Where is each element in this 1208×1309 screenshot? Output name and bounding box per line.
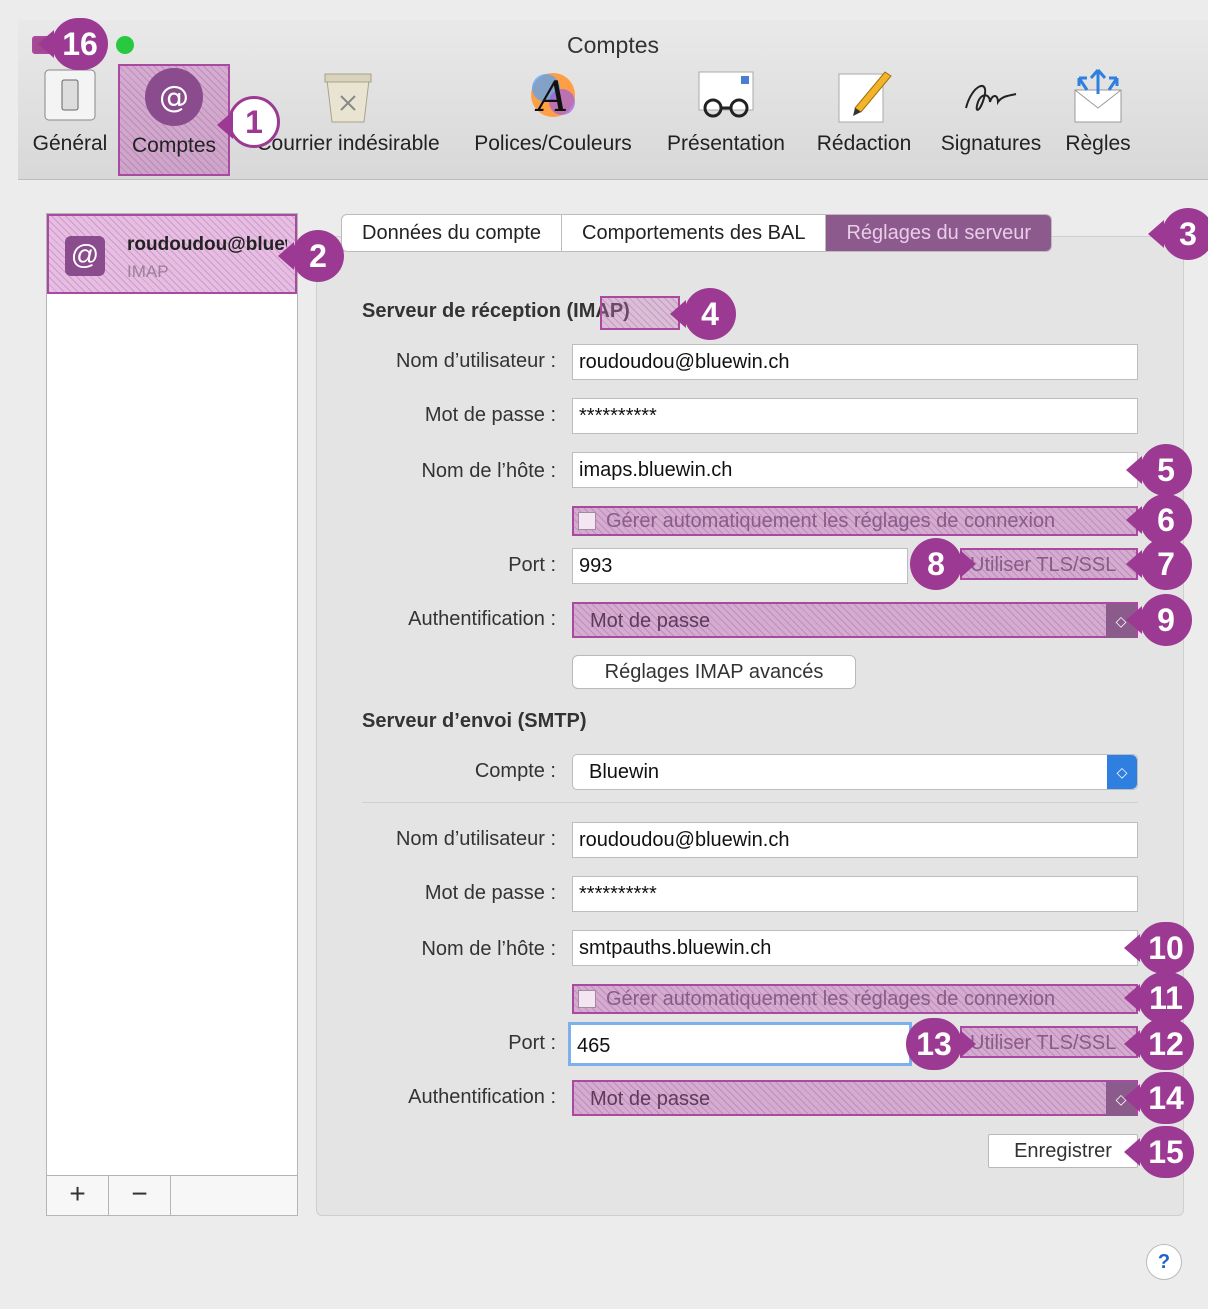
callout-badge: 11 (1124, 972, 1194, 1024)
toolbar-rules[interactable]: Règles (1054, 64, 1142, 174)
outgoing-account-label: Compte : (474, 760, 556, 782)
divider (362, 802, 1138, 803)
callout-badge: 13 (906, 1018, 976, 1070)
glasses-icon (695, 64, 757, 126)
font-color-icon: A (522, 64, 584, 126)
outgoing-host-field[interactable]: smtpauths.bluewin.ch (572, 930, 1138, 966)
outgoing-auto-manage-checkbox[interactable]: Gérer automatiquement les réglages de co… (572, 984, 1138, 1014)
help-button[interactable]: ? (1146, 1244, 1182, 1280)
svg-text:@: @ (159, 80, 189, 115)
toolbar-signatures[interactable]: Signatures (926, 64, 1056, 174)
account-list: @ roudoudou@bluewin.ch IMAP + − (46, 213, 298, 1216)
incoming-password-field[interactable]: ********** (572, 398, 1138, 434)
callout-badge: 3 (1148, 208, 1208, 260)
at-icon: @ (143, 66, 205, 128)
save-button[interactable]: Enregistrer (988, 1134, 1138, 1168)
callout-badge: 15 (1124, 1126, 1194, 1178)
callout-badge: 5 (1126, 444, 1192, 496)
toolbar-composing[interactable]: Rédaction (804, 64, 924, 174)
incoming-username-label: Nom d’utilisateur : (395, 350, 556, 372)
callout-badge: 16 (38, 18, 108, 70)
incoming-host-field[interactable]: imaps.bluewin.ch (572, 452, 1138, 488)
toolbar-general[interactable]: Général (26, 64, 114, 174)
toolbar-presentation[interactable]: Présentation (656, 64, 796, 174)
outgoing-auth-popup[interactable]: Mot de passe ◇ (572, 1080, 1138, 1116)
trash-icon (317, 64, 379, 126)
outgoing-username-label: Nom d’utilisateur : (395, 828, 556, 850)
chevron-updown-icon: ◇ (1107, 755, 1137, 789)
account-list-toolbar: + − (47, 1175, 297, 1215)
tab-account-info[interactable]: Données du compte (342, 215, 563, 251)
callout-badge: 7 (1126, 538, 1192, 590)
at-icon: @ (65, 236, 105, 276)
remove-account-button[interactable]: − (109, 1176, 171, 1215)
outgoing-port-label: Port : (508, 1032, 556, 1054)
outgoing-account-popup[interactable]: Bluewin ◇ (572, 754, 1138, 790)
window-titlebar: Comptes Général @ Comptes Courrier indés… (18, 20, 1208, 180)
outgoing-username-field[interactable]: roudoudou@bluewin.ch (572, 822, 1138, 858)
imap-highlight (600, 296, 680, 330)
outgoing-tls-checkbox[interactable]: Utiliser TLS/SSL (960, 1026, 1138, 1058)
incoming-tls-checkbox[interactable]: Utiliser TLS/SSL (960, 548, 1138, 580)
checkbox-box (578, 512, 596, 530)
tab-server-settings[interactable]: Réglages du serveur (826, 215, 1052, 251)
incoming-auth-popup[interactable]: Mot de passe ◇ (572, 602, 1138, 638)
svg-text:A: A (534, 72, 568, 121)
add-account-button[interactable]: + (47, 1176, 109, 1215)
window-title: Comptes (566, 32, 660, 58)
outgoing-auth-label: Authentification : (408, 1086, 556, 1108)
incoming-auto-manage-checkbox[interactable]: Gérer automatiquement les réglages de co… (572, 506, 1138, 536)
tab-bar: Données du compte Comportements des BAL … (341, 214, 1053, 252)
callout-badge: 14 (1124, 1072, 1194, 1124)
callout-badge: 2 (278, 230, 344, 282)
signature-icon (960, 64, 1022, 126)
callout-badge: 1 (217, 96, 280, 148)
outgoing-port-field[interactable]: 465 (568, 1022, 912, 1066)
switch-icon (39, 64, 101, 126)
incoming-server-title: Serveur de réception (IMAP) (362, 300, 630, 322)
toolbar-fonts-colors[interactable]: A Polices/Couleurs (464, 64, 642, 174)
toolbar-accounts[interactable]: @ Comptes (118, 64, 230, 176)
callout-badge: 8 (910, 538, 976, 590)
callout-badge: 12 (1124, 1018, 1194, 1070)
callout-badge: 4 (670, 288, 736, 340)
advanced-imap-settings-button[interactable]: Réglages IMAP avancés (572, 655, 856, 689)
rules-envelope-icon (1067, 64, 1129, 126)
incoming-host-label: Nom de l’hôte : (421, 460, 556, 482)
outgoing-host-label: Nom de l’hôte : (421, 938, 556, 960)
incoming-username-field[interactable]: roudoudou@bluewin.ch (572, 344, 1138, 380)
outgoing-password-label: Mot de passe : (424, 882, 556, 904)
incoming-password-label: Mot de passe : (424, 404, 556, 426)
incoming-port-field[interactable]: 993 (572, 548, 908, 584)
callout-badge: 10 (1124, 922, 1194, 974)
account-type: IMAP (127, 262, 169, 281)
tab-mailbox-behaviors[interactable]: Comportements des BAL (562, 215, 827, 251)
checkbox-box (578, 990, 596, 1008)
outgoing-server-title: Serveur d’envoi (SMTP) (362, 710, 587, 732)
pencil-icon (833, 64, 895, 126)
incoming-port-label: Port : (508, 554, 556, 576)
incoming-auth-label: Authentification : (408, 608, 556, 630)
account-list-item[interactable]: @ roudoudou@bluewin.ch IMAP (47, 214, 297, 294)
callout-badge: 9 (1126, 594, 1192, 646)
outgoing-password-field[interactable]: ********** (572, 876, 1138, 912)
account-name: roudoudou@bluewin.ch (127, 234, 287, 255)
